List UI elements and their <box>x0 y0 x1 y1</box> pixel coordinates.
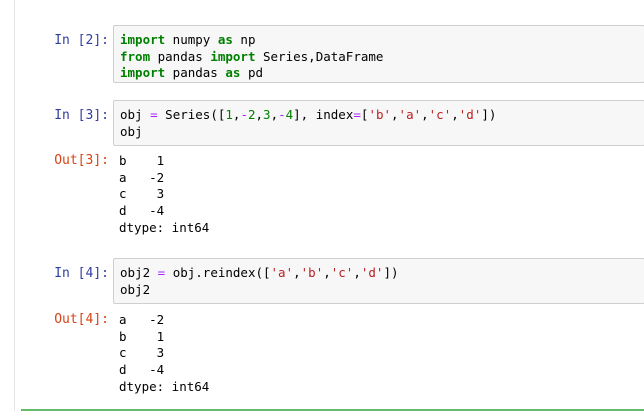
code-token: 2 <box>247 107 256 122</box>
code-token: = <box>353 107 361 122</box>
cell-output: b 1 a -2 c 3 d -4 dtype: int64 <box>119 153 644 236</box>
output-line: d -4 <box>119 203 165 219</box>
code-token: - <box>240 107 248 122</box>
input-prompt: In [3]: <box>54 108 109 123</box>
code-token: 'b' <box>300 265 324 280</box>
code-token: 1 <box>225 107 233 122</box>
code-token: , <box>421 107 429 122</box>
code-token: pandas <box>165 65 226 81</box>
code-token: obj <box>120 107 151 122</box>
code-token: , <box>293 265 301 280</box>
code-line: import pandas as pd <box>120 65 638 82</box>
code-token: 'a' <box>270 265 294 280</box>
output-line: b 1 <box>119 153 165 168</box>
code-token: obj2 <box>120 265 158 280</box>
code-token: 3 <box>263 107 271 122</box>
code-line: obj <box>120 124 638 141</box>
code-token: np <box>232 32 256 47</box>
cell-output: a -2 b 1 c 3 d -4 dtype: int64 <box>119 312 644 395</box>
code-token: from <box>120 48 151 64</box>
code-line: obj = Series([1,-2,3,-4], index=['b','a'… <box>120 107 638 124</box>
code-lines: obj2 = obj.reindex(['a','b','c','d']) obj… <box>120 265 638 298</box>
code-token: - <box>278 107 286 122</box>
code-token: 'b' <box>368 107 392 122</box>
code-token: Series,DataFrame <box>255 48 384 64</box>
code-lines: import numpy as np from pandas import Ser… <box>120 32 638 82</box>
output-line: c 3 <box>119 186 165 202</box>
output-line: a -2 <box>119 169 165 185</box>
code-token: obj.reindex([ <box>165 265 271 280</box>
code-token: , <box>353 265 361 280</box>
output-prompt: Out[4]: <box>54 312 109 327</box>
code-token: import <box>120 65 166 81</box>
code-token: obj <box>120 123 143 139</box>
output-line: c 3 <box>119 345 165 361</box>
notebook-area: In [2]: import numpy as np from pandas im… <box>14 0 644 411</box>
code-token: , <box>270 107 279 122</box>
code-token: as <box>217 32 233 47</box>
code-token: 'd' <box>458 107 482 122</box>
code-line: import numpy as np <box>120 32 638 49</box>
code-token: obj2 <box>120 281 151 297</box>
code-token: import <box>210 48 256 64</box>
output-prompt: Out[3]: <box>54 153 109 168</box>
output-line: dtype: int64 <box>119 378 210 394</box>
code-input[interactable]: obj2 = obj.reindex(['a','b','c','d']) obj… <box>113 258 644 304</box>
code-token: , <box>255 107 264 122</box>
code-token: 'd' <box>360 265 384 280</box>
code-token: pandas <box>150 48 211 64</box>
output-line: dtype: int64 <box>119 219 210 235</box>
code-token: , <box>391 107 399 122</box>
code-line: obj2 <box>120 282 638 299</box>
code-input[interactable]: obj = Series([1,-2,3,-4], index=['b','a'… <box>113 100 644 146</box>
code-token: 'c' <box>428 107 452 122</box>
output-line: d -4 <box>119 362 165 378</box>
code-token: numpy <box>165 32 218 47</box>
code-input[interactable]: import numpy as np from pandas import Ser… <box>113 25 644 83</box>
code-line: obj2 = obj.reindex(['a','b','c','d']) <box>120 265 638 282</box>
code-token: 'c' <box>330 265 354 280</box>
input-prompt: In [2]: <box>54 33 109 48</box>
code-lines: obj = Series([1,-2,3,-4], index=['b','a'… <box>120 107 638 140</box>
code-token: ]) <box>383 265 399 280</box>
code-token: Series([ <box>157 107 226 122</box>
code-token: , <box>451 107 459 122</box>
code-line: from pandas import Series,DataFrame <box>120 49 638 66</box>
code-token: as <box>225 65 241 81</box>
code-token: import <box>120 32 166 47</box>
output-line: b 1 <box>119 328 165 344</box>
code-token: ], index <box>293 107 354 122</box>
code-token: = <box>150 107 158 122</box>
output-line: a -2 <box>119 312 165 327</box>
code-token: pd <box>240 65 264 81</box>
code-token: ]) <box>481 107 497 122</box>
code-token: 'a' <box>398 107 422 122</box>
input-prompt: In [4]: <box>54 266 109 281</box>
code-token: , <box>323 265 331 280</box>
